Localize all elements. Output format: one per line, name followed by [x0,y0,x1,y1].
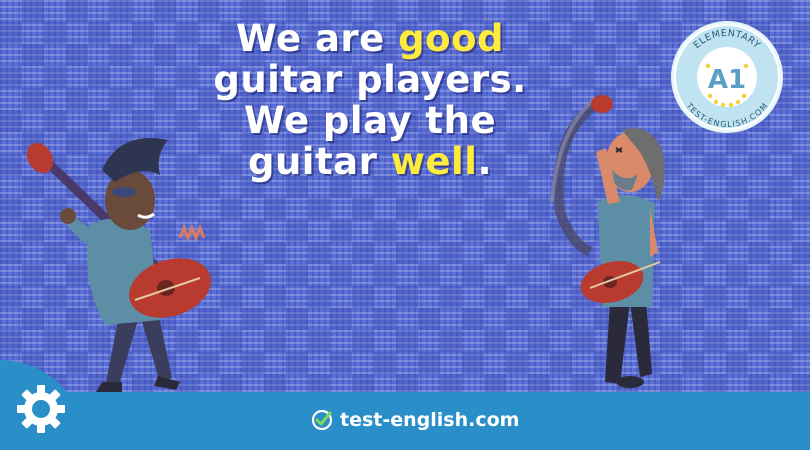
level-badge: ELEMENTARY TEST-ENGLISH.COM A1 [671,21,783,133]
highlight-word: good [398,17,504,60]
left-guitarist-illustration [26,138,211,392]
right-guitarist-illustration [550,95,665,388]
gear-icon[interactable] [14,382,68,436]
highlight-word: well [390,140,478,183]
headline-line-2: guitar players. [213,58,527,101]
site-logo-link[interactable]: test-english.com [310,405,519,435]
illustration-scene: We are good guitar players. We play the … [0,0,810,392]
badge-level: A1 [708,65,746,95]
check-circle-icon [311,409,333,431]
headline-line-1: We are good [236,17,504,60]
site-name: test-english.com [340,409,520,431]
